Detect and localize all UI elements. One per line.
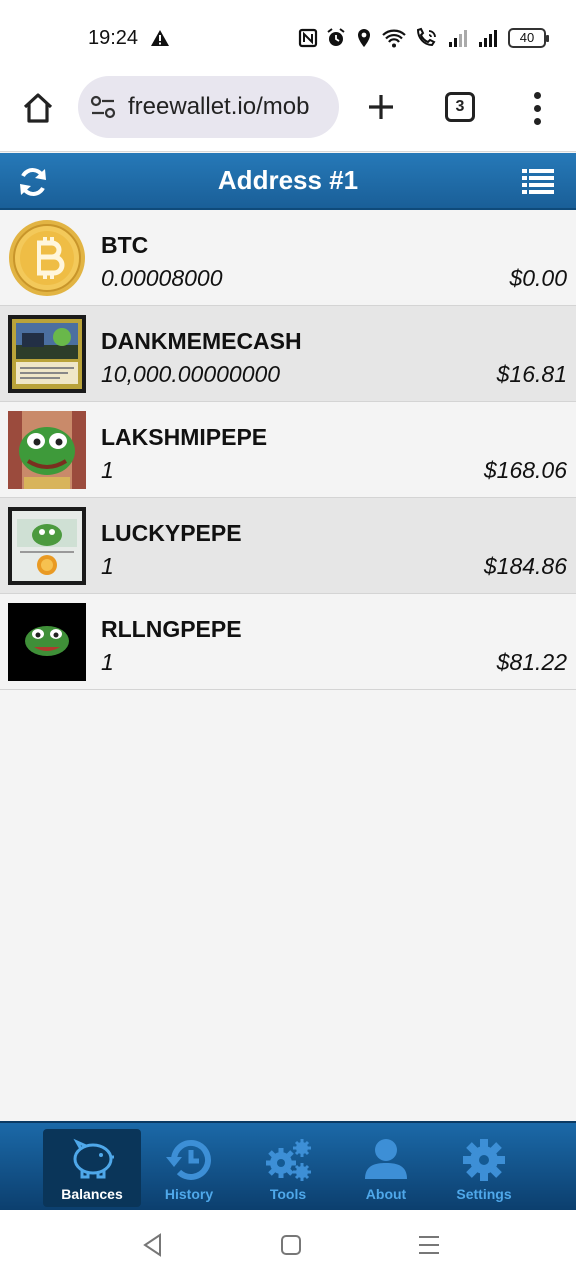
address-bar[interactable]: freewallet.io/mob xyxy=(78,76,339,138)
asset-quantity: 0.00008000 xyxy=(101,265,223,291)
nav-label: Settings xyxy=(456,1186,512,1202)
location-icon xyxy=(358,29,370,47)
asset-row[interactable]: BTC 0.00008000 $0.00 xyxy=(0,210,576,306)
nav-history[interactable]: History xyxy=(140,1129,238,1207)
nav-settings[interactable]: Settings xyxy=(435,1129,533,1207)
history-icon xyxy=(166,1139,211,1180)
asset-quantity: 1 xyxy=(101,649,114,675)
battery-icon: 40 xyxy=(508,28,549,48)
asset-name: LAKSHMIPEPE xyxy=(101,424,268,450)
asset-list: BTC 0.00008000 $0.00 DANKMEMECASH 10,000… xyxy=(0,210,576,690)
piggy-bank-icon xyxy=(73,1138,114,1179)
nav-tools[interactable]: Tools xyxy=(239,1129,337,1207)
home-button[interactable] xyxy=(18,88,58,128)
nav-label: Balances xyxy=(61,1186,123,1202)
nav-balances[interactable]: Balances xyxy=(43,1129,141,1207)
more-dot-icon xyxy=(533,91,541,99)
status-time: 19:24 xyxy=(88,27,139,49)
site-settings-icon xyxy=(90,95,116,119)
asset-name: DANKMEMECASH xyxy=(101,328,302,354)
asset-row[interactable]: RLLNGPEPE 1 $81.22 xyxy=(0,594,576,690)
asset-value: $0.00 xyxy=(509,265,567,291)
asset-quantity: 1 xyxy=(101,457,114,483)
user-icon xyxy=(365,1139,407,1179)
signal-icon xyxy=(449,30,467,47)
nav-about[interactable]: About xyxy=(337,1129,435,1207)
lakshmipepe-art-icon xyxy=(8,411,86,489)
gear-icon xyxy=(463,1139,505,1181)
app-header: Address #1 xyxy=(0,153,576,210)
system-navigation-bar xyxy=(0,1210,576,1280)
nav-label: History xyxy=(164,1186,214,1202)
wifi-call-icon xyxy=(416,27,436,47)
asset-value: $184.86 xyxy=(483,553,567,579)
recents-icon[interactable] xyxy=(416,1232,442,1258)
alarm-icon xyxy=(327,28,345,46)
gears-icon xyxy=(266,1139,311,1181)
plus-icon xyxy=(369,95,393,119)
status-icons: 40 xyxy=(298,26,549,50)
asset-row[interactable]: DANKMEMECASH 10,000.00000000 $16.81 xyxy=(0,306,576,402)
browser-menu-button[interactable] xyxy=(522,88,552,128)
bottom-nav: Balances History Tools About Settings xyxy=(0,1121,576,1210)
more-dot-icon xyxy=(533,117,541,125)
asset-value: $16.81 xyxy=(496,361,567,387)
btc-logo-icon xyxy=(8,219,86,297)
status-bar: 19:24 40 xyxy=(0,0,576,76)
dankmemecash-card-icon xyxy=(8,315,86,393)
page-title: Address #1 xyxy=(217,165,359,195)
asset-name: BTC xyxy=(101,232,149,258)
nfc-icon xyxy=(298,28,318,48)
asset-name: LUCKYPEPE xyxy=(101,520,242,546)
new-tab-button[interactable] xyxy=(362,88,400,126)
rllngpepe-art-icon xyxy=(8,603,86,681)
tab-switcher-button[interactable]: 3 xyxy=(445,92,475,122)
home-icon xyxy=(23,93,53,123)
asset-value: $81.22 xyxy=(496,649,567,675)
asset-row[interactable]: LAKSHMIPEPE 1 $168.06 xyxy=(0,402,576,498)
luckypepe-card-icon xyxy=(8,507,86,585)
asset-quantity: 1 xyxy=(101,553,114,579)
warning-icon xyxy=(151,30,169,46)
browser-toolbar: freewallet.io/mob 3 xyxy=(0,76,576,152)
asset-value: $168.06 xyxy=(483,457,567,483)
asset-name: RLLNGPEPE xyxy=(101,616,242,642)
url-text: freewallet.io/mob xyxy=(128,93,310,120)
back-icon[interactable] xyxy=(140,1232,166,1258)
more-dot-icon xyxy=(533,104,541,112)
home-square-icon[interactable] xyxy=(278,1232,304,1258)
list-icon[interactable] xyxy=(522,167,554,195)
asset-row[interactable]: LUCKYPEPE 1 $184.86 xyxy=(0,498,576,594)
nav-label: Tools xyxy=(269,1186,307,1202)
nav-label: About xyxy=(365,1186,407,1202)
asset-quantity: 10,000.00000000 xyxy=(101,361,281,387)
wifi-icon xyxy=(382,29,406,48)
signal-icon xyxy=(479,30,497,47)
